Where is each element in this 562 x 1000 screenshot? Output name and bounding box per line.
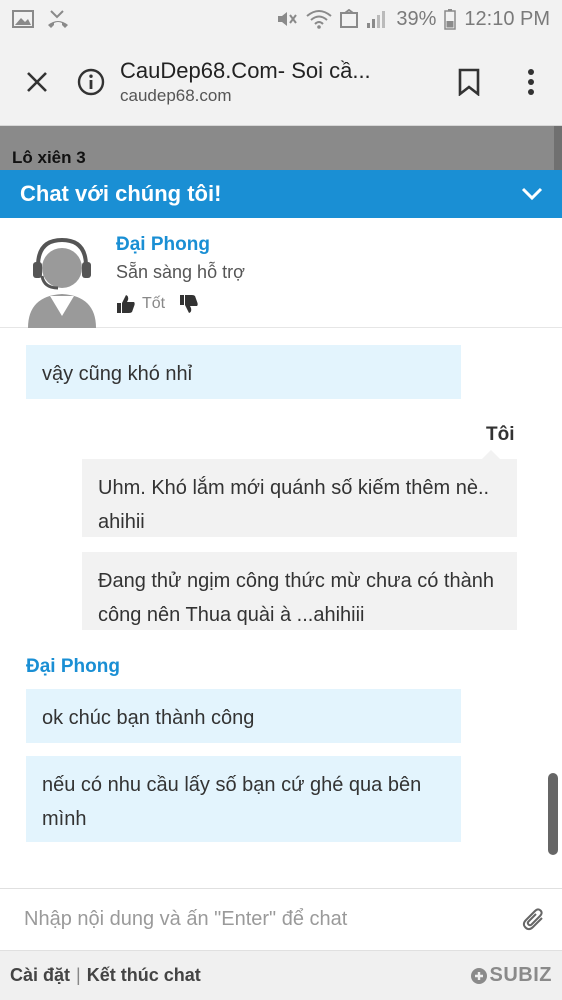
page-url: caudep68.com bbox=[120, 85, 232, 105]
chat-input-row bbox=[0, 888, 562, 950]
status-bar: 39% 12:10 PM bbox=[0, 0, 562, 38]
background-page: Lô xiên 3 bbox=[0, 126, 562, 172]
attach-file-button[interactable] bbox=[506, 890, 562, 950]
my-message: Đang thử ngịm công thức mừ chưa có thành… bbox=[82, 552, 517, 630]
rate-good-button[interactable]: Tốt bbox=[116, 294, 165, 314]
rate-bad-button[interactable] bbox=[179, 294, 199, 314]
close-icon bbox=[27, 71, 47, 92]
thumbs-up-icon bbox=[117, 295, 135, 313]
chevron-down-icon bbox=[521, 187, 543, 201]
rate-good-label: Tốt bbox=[142, 295, 166, 312]
more-menu-button[interactable] bbox=[500, 38, 562, 126]
message-text: vậy cũng khó nhỉ bbox=[42, 363, 193, 385]
agent-message: vậy cũng khó nhỉ bbox=[26, 345, 461, 399]
close-tab-button[interactable] bbox=[0, 38, 74, 126]
agent-status: Sẵn sàng hỗ trợ bbox=[116, 262, 245, 282]
wifi-icon bbox=[306, 9, 332, 29]
end-chat-link[interactable]: Kết thúc chat bbox=[87, 965, 201, 986]
browser-toolbar: CauDep68.Com- Soi cầ... caudep68.com bbox=[0, 38, 562, 126]
message-text: Đang thử ngịm công thức mừ chưa có thành… bbox=[98, 570, 494, 626]
bookmark-icon bbox=[458, 68, 480, 96]
chat-title: Chat với chúng tôi! bbox=[20, 181, 222, 206]
bookmark-button[interactable] bbox=[438, 38, 500, 126]
sender-label-me: Tôi bbox=[486, 424, 515, 445]
message-list[interactable]: vậy cũng khó nhỉ Tôi Uhm. Khó lắm mới qu… bbox=[0, 328, 562, 888]
chat-footer: Cài đặt | Kết thúc chat SUBIZ bbox=[0, 950, 562, 1000]
bubble-tail bbox=[482, 450, 500, 459]
paperclip-icon bbox=[522, 907, 543, 930]
agent-avatar bbox=[22, 232, 102, 328]
page-title: CauDep68.Com- Soi cầ... bbox=[120, 57, 371, 83]
agent-rating: Tốt bbox=[116, 294, 199, 314]
agent-message: ok chúc bạn thành công bbox=[26, 689, 461, 743]
message-scrollbar[interactable] bbox=[548, 773, 558, 855]
thumbs-down-icon bbox=[180, 295, 198, 313]
agent-panel: Đại Phong Sẵn sàng hỗ trợ Tốt bbox=[0, 218, 562, 328]
subiz-brand[interactable]: SUBIZ bbox=[470, 964, 562, 987]
sender-label-agent: Đại Phong bbox=[26, 656, 120, 677]
my-message: Uhm. Khó lắm mới quánh số kiếm thêm nè..… bbox=[82, 459, 517, 537]
message-text: ok chúc bạn thành công bbox=[42, 707, 255, 729]
more-vert-icon bbox=[528, 68, 534, 95]
chat-header[interactable]: Chat với chúng tôi! bbox=[0, 170, 562, 218]
battery-percent: 39% bbox=[396, 7, 437, 30]
signal-icon bbox=[366, 9, 388, 29]
message-text: Uhm. Khó lắm mới quánh số kiếm thêm nè..… bbox=[98, 477, 490, 533]
agent-name: Đại Phong bbox=[116, 234, 210, 255]
image-icon bbox=[12, 9, 34, 29]
chat-input[interactable] bbox=[0, 889, 506, 950]
info-icon bbox=[77, 68, 105, 95]
subiz-logo-icon bbox=[470, 967, 487, 984]
mute-icon bbox=[276, 9, 298, 29]
clock: 12:10 PM bbox=[464, 7, 550, 30]
brand-name: SUBIZ bbox=[489, 964, 552, 986]
settings-link[interactable]: Cài đặt bbox=[10, 965, 70, 986]
home-outline-icon bbox=[340, 9, 359, 29]
agent-message: nếu có nhu cầu lấy số bạn cứ ghé qua bên… bbox=[26, 756, 461, 842]
footer-separator: | bbox=[76, 965, 81, 985]
background-page-text: Lô xiên 3 bbox=[0, 126, 554, 172]
collapse-chat-button[interactable] bbox=[502, 170, 562, 218]
message-text: nếu có nhu cầu lấy số bạn cứ ghé qua bên… bbox=[42, 774, 422, 830]
address-area[interactable]: CauDep68.Com- Soi cầ... caudep68.com bbox=[120, 57, 438, 107]
site-info-button[interactable] bbox=[74, 65, 108, 99]
battery-icon bbox=[444, 8, 457, 30]
missed-call-icon bbox=[46, 9, 70, 29]
